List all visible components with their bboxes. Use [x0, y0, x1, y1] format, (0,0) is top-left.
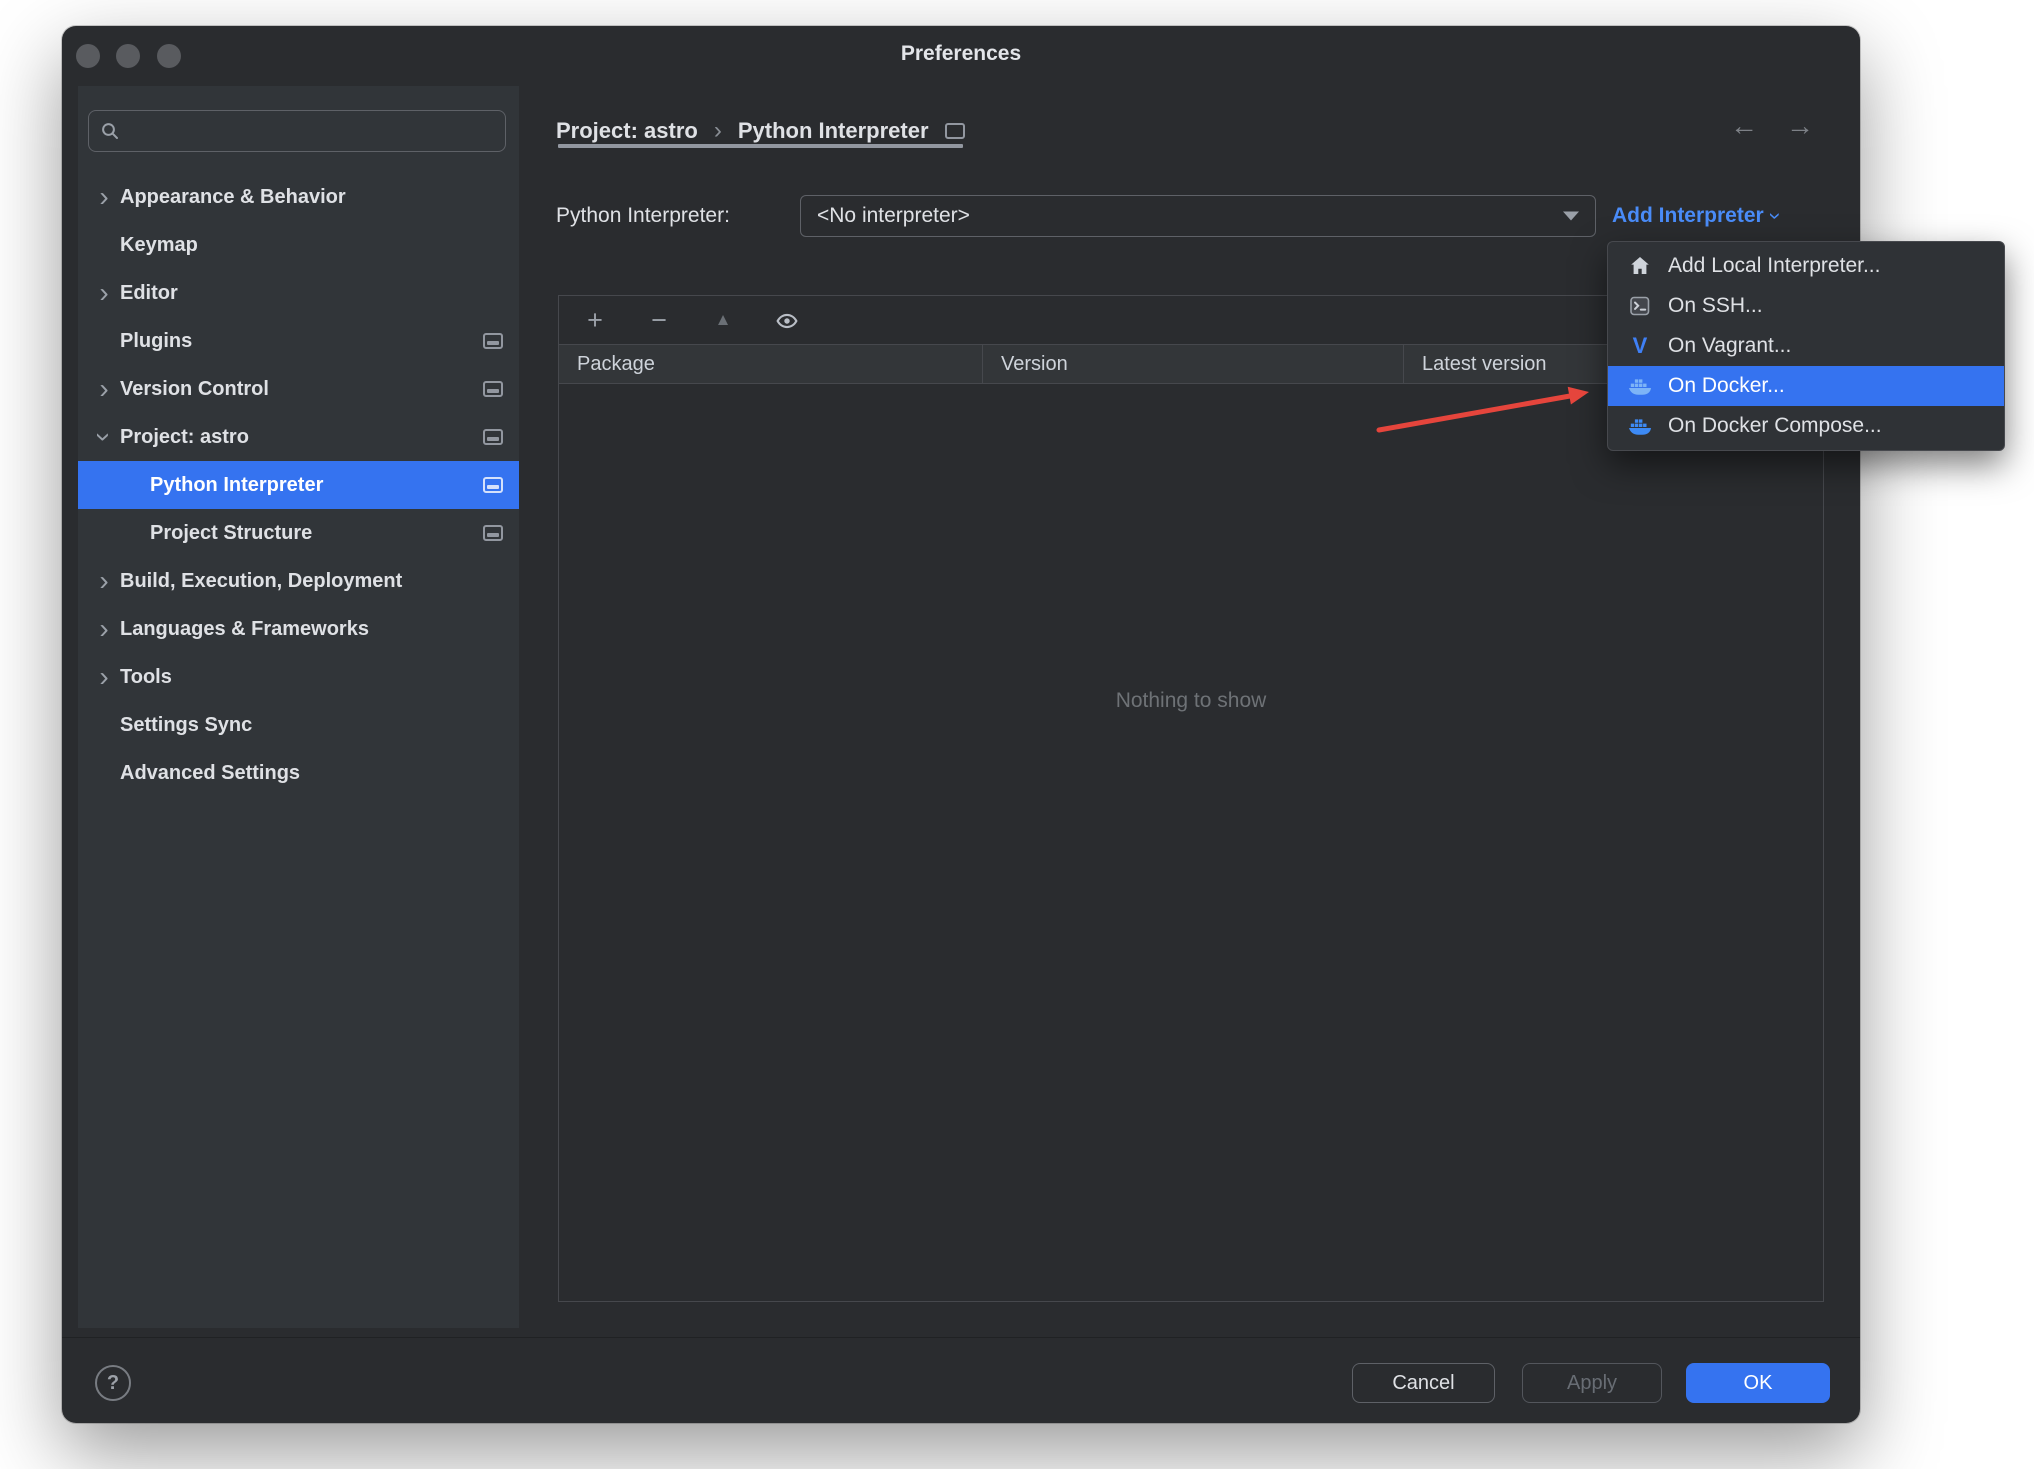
menu-item-on-ssh[interactable]: On SSH... [1608, 286, 2004, 326]
menu-item-label: Add Local Interpreter... [1668, 254, 1881, 277]
remove-package-icon[interactable]: − [645, 305, 673, 336]
upgrade-package-icon[interactable]: ▲ [709, 310, 737, 330]
settings-tree: Appearance & Behavior Keymap Editor Plug… [78, 173, 519, 797]
apply-button[interactable]: Apply [1522, 1363, 1662, 1403]
sidebar-item-label: Plugins [120, 329, 193, 352]
sidebar-item-label: Keymap [120, 233, 198, 256]
forward-icon[interactable]: → [1786, 110, 1814, 142]
breadcrumb-separator-icon: › [713, 117, 722, 144]
titlebar: Preferences [62, 26, 1860, 84]
eye-icon[interactable] [773, 305, 801, 336]
chevron-right-icon [90, 605, 118, 653]
chevron-right-icon [90, 557, 118, 605]
sidebar-item-label: Version Control [120, 377, 269, 400]
desktop: { "window": { "title": "Preferences" }, … [0, 0, 2034, 1469]
interpreter-select[interactable]: <No interpreter> [800, 195, 1596, 237]
column-header-version[interactable]: Version [983, 345, 1404, 383]
sidebar-item-label: Languages & Frameworks [120, 617, 369, 640]
sidebar-item-editor[interactable]: Editor [78, 269, 519, 317]
sidebar-item-project-astro[interactable]: Project: astro [78, 413, 519, 461]
settings-sidebar: Appearance & Behavior Keymap Editor Plug… [78, 86, 519, 1328]
sidebar-item-project-structure[interactable]: Project Structure [78, 509, 519, 557]
sidebar-item-appearance-behavior[interactable]: Appearance & Behavior [78, 173, 519, 221]
monitor-icon [483, 525, 503, 541]
monitor-icon [483, 429, 503, 445]
search-icon [99, 120, 121, 142]
sidebar-item-label: Python Interpreter [150, 473, 324, 496]
sidebar-item-advanced-settings[interactable]: Advanced Settings [78, 749, 519, 797]
settings-search-input[interactable] [131, 111, 497, 151]
sidebar-item-version-control[interactable]: Version Control [78, 365, 519, 413]
sidebar-item-label: Project Structure [150, 521, 313, 544]
menu-item-add-local-interpreter[interactable]: Add Local Interpreter... [1608, 246, 2004, 286]
docker-icon [1626, 372, 1654, 400]
breadcrumb-project[interactable]: Project: astro [556, 118, 698, 144]
chevron-right-icon [90, 173, 118, 221]
interpreter-label: Python Interpreter: [556, 204, 730, 227]
monitor-icon [483, 333, 503, 349]
column-header-package[interactable]: Package [559, 345, 983, 383]
sidebar-item-label: Advanced Settings [120, 761, 301, 784]
sidebar-item-label: Appearance & Behavior [120, 185, 346, 208]
sidebar-item-build-execution-deployment[interactable]: Build, Execution, Deployment [78, 557, 519, 605]
docker-icon [1626, 412, 1654, 440]
chevron-right-icon [90, 269, 118, 317]
preferences-dialog: Preferences Appearance & Behavior Keymap… [62, 26, 2005, 1423]
interpreter-selected-value: <No interpreter> [817, 204, 970, 227]
breadcrumb-page[interactable]: Python Interpreter [738, 118, 929, 144]
chevron-down-icon [1762, 212, 1788, 219]
menu-item-on-vagrant[interactable]: V On Vagrant... [1608, 326, 2004, 366]
chevron-right-icon [90, 365, 118, 413]
add-interpreter-menu: Add Local Interpreter... On SSH... V On … [1607, 241, 2005, 451]
sidebar-item-languages-frameworks[interactable]: Languages & Frameworks [78, 605, 519, 653]
monitor-icon [483, 381, 503, 397]
add-interpreter-label: Add Interpreter [1612, 204, 1764, 227]
history-nav: ← → [1730, 110, 1814, 142]
sidebar-item-label: Settings Sync [120, 713, 253, 736]
add-package-icon[interactable]: + [581, 305, 609, 336]
menu-item-label: On Vagrant... [1668, 334, 1792, 357]
dialog-footer: ? Cancel Apply OK [62, 1337, 1860, 1423]
window-title: Preferences [900, 42, 1022, 65]
menu-item-on-docker[interactable]: On Docker... [1608, 366, 2004, 406]
menu-item-label: On Docker... [1668, 374, 1785, 397]
sidebar-item-label: Tools [120, 665, 172, 688]
settings-search [88, 110, 506, 152]
ok-button[interactable]: OK [1686, 1363, 1830, 1403]
chevron-right-icon [90, 653, 118, 701]
sidebar-item-settings-sync[interactable]: Settings Sync [78, 701, 519, 749]
sidebar-item-label: Project: astro [120, 425, 249, 448]
cancel-button[interactable]: Cancel [1352, 1363, 1495, 1403]
menu-item-label: On Docker Compose... [1668, 414, 1882, 437]
menu-item-on-docker-compose[interactable]: On Docker Compose... [1608, 406, 2004, 446]
vagrant-icon: V [1632, 333, 1648, 358]
back-icon[interactable]: ← [1730, 110, 1758, 142]
sidebar-item-python-interpreter[interactable]: Python Interpreter [78, 461, 519, 509]
sidebar-item-label: Build, Execution, Deployment [120, 569, 403, 592]
home-icon [1626, 252, 1654, 280]
empty-table-message: Nothing to show [1115, 689, 1267, 712]
terminal-icon [1626, 292, 1654, 320]
monitor-icon [944, 123, 965, 139]
sidebar-item-label: Editor [120, 281, 178, 304]
monitor-icon [483, 477, 503, 493]
menu-item-label: On SSH... [1668, 294, 1763, 317]
add-interpreter-button[interactable]: Add Interpreter [1612, 195, 1779, 237]
sidebar-item-tools[interactable]: Tools [78, 653, 519, 701]
sidebar-item-keymap[interactable]: Keymap [78, 221, 519, 269]
help-button[interactable]: ? [95, 1365, 131, 1401]
chevron-down-icon [80, 423, 128, 451]
breadcrumb: Project: astro › Python Interpreter [556, 112, 965, 150]
sidebar-item-plugins[interactable]: Plugins [78, 317, 519, 365]
